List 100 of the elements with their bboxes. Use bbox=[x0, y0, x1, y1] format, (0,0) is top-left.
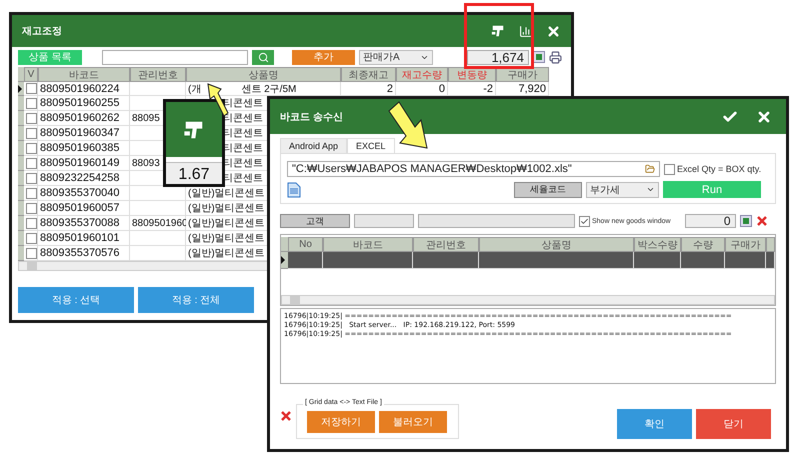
column-header: 바코드 bbox=[323, 237, 413, 252]
tax-select[interactable]: 부가세 bbox=[586, 182, 659, 198]
confirm-button[interactable]: 확인 bbox=[617, 409, 692, 439]
column-header bbox=[766, 237, 775, 252]
confirm-icon[interactable] bbox=[722, 108, 738, 124]
barcode-cell: 8809501960057 bbox=[38, 201, 130, 216]
close-button[interactable]: 닫기 bbox=[696, 409, 771, 439]
delete-icon[interactable] bbox=[756, 215, 768, 227]
product-name: (개 bbox=[188, 82, 202, 96]
checkbox[interactable] bbox=[579, 216, 590, 226]
product-name: 센트 2구/5M bbox=[241, 82, 296, 96]
grid-cell bbox=[634, 252, 681, 269]
grid-cell bbox=[681, 252, 725, 269]
checkbox[interactable] bbox=[664, 164, 675, 174]
product-name: 티콘센트 bbox=[223, 172, 263, 185]
grid-corner bbox=[18, 67, 24, 82]
barcode-cell: 8809501960101 bbox=[38, 231, 130, 246]
row-checkbox[interactable] bbox=[26, 98, 37, 108]
product-name: (일반)멀티콘센트 bbox=[188, 247, 265, 260]
barcode-cell: 8809501960347 bbox=[38, 126, 130, 141]
customer-code-field[interactable] bbox=[354, 214, 414, 228]
close-icon[interactable] bbox=[756, 108, 772, 124]
search-icon bbox=[258, 52, 268, 62]
dialog-title: 바코드 송수신 bbox=[280, 110, 344, 124]
code-cell: 8809501960 bbox=[130, 216, 186, 231]
column-header: 수량 bbox=[681, 237, 725, 252]
column-header: V bbox=[24, 67, 38, 82]
row-checkbox[interactable] bbox=[26, 128, 37, 138]
barcode-cell: 8809501960255 bbox=[38, 96, 130, 111]
row-checkbox[interactable] bbox=[26, 188, 37, 198]
tax-code-button[interactable]: 세율코드 bbox=[514, 182, 582, 198]
product-list-button[interactable]: 상품 목록 bbox=[18, 50, 82, 64]
row-checkbox[interactable] bbox=[26, 112, 37, 124]
barcode-cell: 8809232254258 bbox=[38, 171, 130, 186]
highlight-frame bbox=[464, 3, 534, 69]
product-name: (일반)멀티콘센트 bbox=[188, 217, 265, 230]
row-checkbox[interactable] bbox=[26, 172, 37, 184]
product-name: 티콘센트 bbox=[223, 157, 263, 170]
row-checkbox[interactable] bbox=[26, 232, 37, 244]
apply-button[interactable]: 적용 : 선택 bbox=[18, 287, 134, 313]
file-button[interactable]: 저장하기 bbox=[307, 411, 375, 433]
add-button[interactable]: 추가 bbox=[292, 50, 355, 64]
tab[interactable]: Android App bbox=[280, 138, 348, 153]
checkmark-icon bbox=[580, 216, 589, 226]
product-name: 티콘센트 bbox=[223, 97, 263, 110]
change-cell: -2 bbox=[448, 82, 496, 96]
document-icon bbox=[287, 182, 301, 198]
barcode-cell: 8809501960149 bbox=[38, 156, 130, 171]
product-name: (일반)멀티콘센트 bbox=[188, 232, 265, 245]
file-path-field[interactable]: "C:₩Users₩JABAPOS MANAGER₩Desktop₩1002.xls" bbox=[287, 161, 660, 177]
column-header: 재고수량 bbox=[396, 67, 448, 82]
count-field: 0 bbox=[684, 214, 736, 228]
column-header: 구매가 bbox=[725, 237, 766, 252]
stock-cell: 0 bbox=[396, 82, 448, 96]
product-name: 티콘센트 bbox=[223, 127, 263, 140]
barcode-cell: 8809355370088 bbox=[38, 216, 130, 231]
search-button[interactable] bbox=[252, 50, 274, 64]
checkbox-label: Excel Qty = BOX qty. bbox=[677, 164, 762, 174]
chart-icon[interactable] bbox=[519, 24, 532, 38]
row-checkbox[interactable] bbox=[26, 158, 37, 168]
apply-button[interactable]: 적용 : 전체 bbox=[138, 287, 254, 313]
grid-cell bbox=[725, 252, 766, 269]
row-checkbox[interactable] bbox=[26, 142, 37, 154]
grid-cell bbox=[413, 252, 479, 269]
stock-cell: 2 bbox=[341, 82, 396, 96]
total-field: 1,674 bbox=[467, 50, 529, 64]
product-name: (일반)멀티콘센트 bbox=[188, 202, 265, 215]
grid-cell bbox=[288, 252, 323, 269]
row-checkbox[interactable] bbox=[26, 202, 37, 214]
row-checkbox[interactable] bbox=[26, 218, 37, 228]
barcode-cell: 8809501960262 bbox=[38, 111, 130, 126]
arrow-drawing bbox=[388, 101, 428, 149]
barcode-cell: 8809355370576 bbox=[38, 246, 130, 261]
close-icon[interactable] bbox=[546, 24, 561, 38]
column-header: 관리번호 bbox=[130, 67, 186, 82]
column-header: 상품명 bbox=[186, 67, 341, 82]
barcode-cell: 8809355370040 bbox=[38, 186, 130, 201]
column-header: 구매가 bbox=[496, 67, 549, 82]
product-name: 티콘센트 bbox=[223, 142, 263, 155]
column-header: 변동량 bbox=[448, 67, 496, 82]
column-header: 관리번호 bbox=[413, 237, 479, 252]
folder-icon[interactable] bbox=[645, 164, 655, 174]
excel-icon[interactable] bbox=[740, 215, 752, 227]
search-field[interactable] bbox=[102, 50, 248, 64]
delete-icon[interactable] bbox=[280, 410, 292, 422]
barcode-cell: 8809501960224 bbox=[38, 82, 130, 96]
column-header: 상품명 bbox=[479, 237, 634, 252]
price-cell: 7,920 bbox=[496, 82, 549, 96]
price-select[interactable]: 판매가A bbox=[359, 50, 433, 64]
inset-value: 1.67 bbox=[166, 162, 222, 184]
file-button[interactable]: 불러오기 bbox=[379, 411, 447, 433]
row-checkbox[interactable] bbox=[26, 248, 37, 258]
print-icon[interactable] bbox=[549, 50, 562, 64]
excel-icon[interactable] bbox=[533, 51, 545, 63]
customer-name-field[interactable] bbox=[418, 214, 575, 228]
column-header: No bbox=[288, 237, 323, 252]
tab[interactable]: EXCEL bbox=[347, 138, 395, 153]
customer-button[interactable]: 고객 bbox=[280, 214, 350, 228]
barcode-scanner-icon[interactable] bbox=[491, 24, 505, 38]
run-button[interactable]: Run bbox=[663, 181, 761, 198]
